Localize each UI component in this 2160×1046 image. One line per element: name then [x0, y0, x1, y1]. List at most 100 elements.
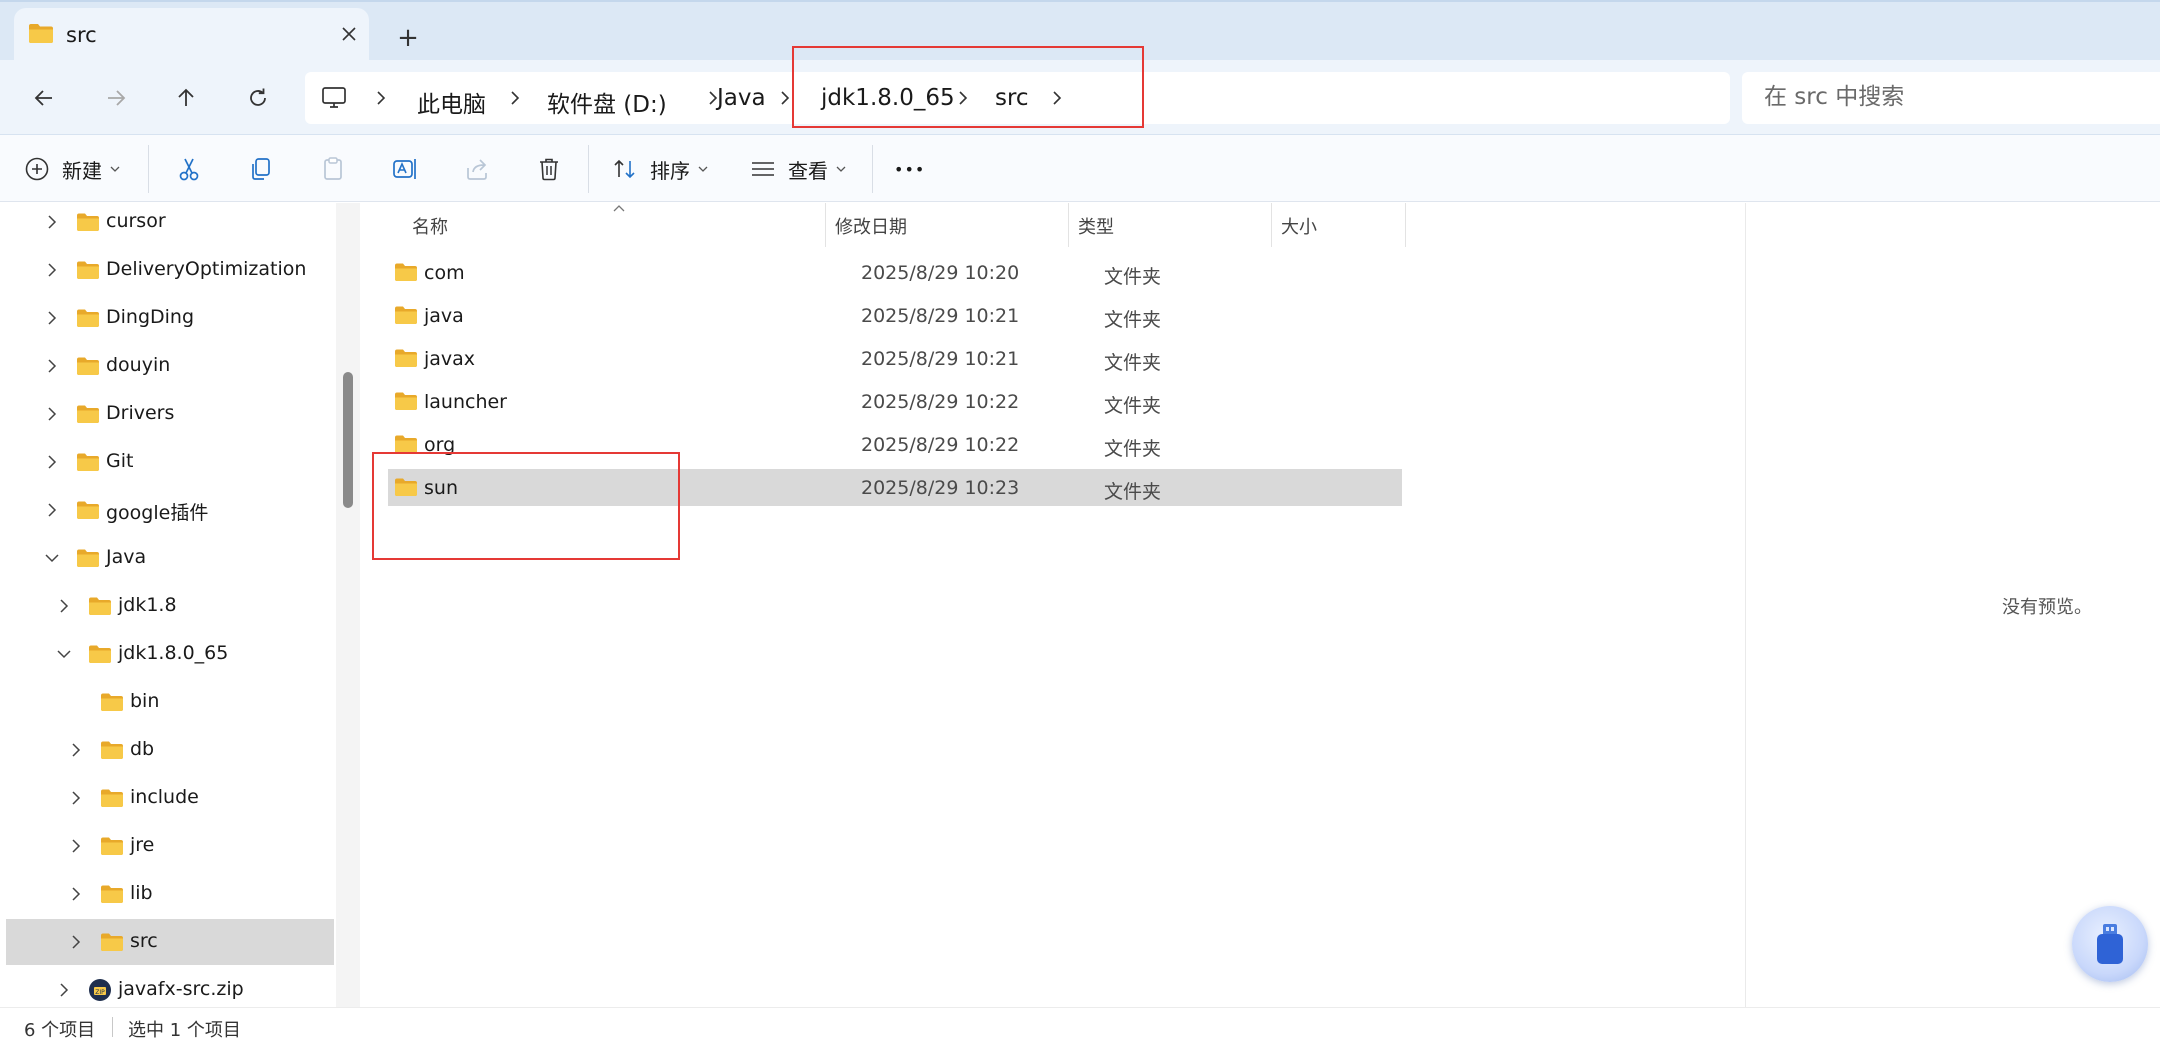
folder-icon [76, 452, 100, 472]
column-divider[interactable] [1405, 203, 1406, 247]
chevron-right-icon[interactable] [66, 788, 86, 808]
more-options-button[interactable]: ••• [894, 147, 925, 191]
copy-icon [248, 156, 274, 182]
breadcrumb-jdk[interactable]: jdk1.8.0_65 [821, 85, 955, 111]
column-header-modified[interactable]: 修改日期 [835, 213, 907, 239]
nav-item-label: jdk1.8 [118, 594, 177, 616]
chevron-right-icon[interactable] [42, 260, 62, 280]
nav-item[interactable]: ZIP javafx-src.zip [6, 967, 334, 1007]
nav-item[interactable]: douyin [6, 343, 334, 389]
folder-icon [100, 788, 124, 808]
chevron-right-icon[interactable] [42, 452, 62, 472]
new-tab-button[interactable]: + [388, 20, 428, 56]
back-button[interactable] [22, 76, 66, 120]
nav-item[interactable]: cursor [6, 203, 334, 245]
file-row[interactable]: sun 2025/8/29 10:23 文件夹 [388, 469, 1402, 506]
forward-button[interactable] [94, 76, 138, 120]
nav-item[interactable]: jre [6, 823, 334, 869]
file-row[interactable]: com 2025/8/29 10:20 文件夹 [388, 254, 1762, 291]
trash-icon [536, 156, 562, 182]
close-tab-icon[interactable] [332, 17, 366, 51]
chevron-right-icon[interactable] [42, 404, 62, 424]
search-input[interactable] [1764, 84, 2144, 110]
view-button[interactable]: 查看 [750, 147, 846, 191]
folder-icon [28, 22, 54, 44]
column-header-name[interactable]: 名称 [412, 213, 448, 239]
chevron-right-icon[interactable] [66, 932, 86, 952]
share-icon [464, 156, 490, 182]
cut-button[interactable] [176, 147, 202, 191]
paste-button[interactable] [320, 147, 346, 191]
chevron-right-icon[interactable] [42, 356, 62, 376]
nav-scrollbar[interactable] [336, 203, 360, 1007]
chevron-down-icon[interactable] [42, 548, 62, 568]
refresh-button[interactable] [236, 76, 280, 120]
nav-item[interactable]: lib [6, 871, 334, 917]
tab-src[interactable]: src [14, 8, 369, 62]
address-bar[interactable]: 此电脑 软件盘 (D:) Java jdk1.8.0_65 src [305, 72, 1730, 124]
chevron-right-icon[interactable] [371, 86, 391, 110]
chevron-right-icon[interactable] [953, 86, 973, 110]
nav-item[interactable]: Git [6, 439, 334, 485]
chevron-right-icon[interactable] [42, 500, 62, 520]
selection-count: 选中 1 个项目 [128, 1020, 241, 1041]
file-row[interactable]: launcher 2025/8/29 10:22 文件夹 [388, 383, 1762, 420]
breadcrumb-java[interactable]: Java [717, 85, 766, 111]
nav-item[interactable]: Java [6, 535, 334, 581]
column-header-type[interactable]: 类型 [1078, 213, 1114, 239]
scissors-icon [176, 156, 202, 182]
chevron-right-icon[interactable] [42, 212, 62, 232]
search-box[interactable] [1742, 72, 2160, 124]
no-preview-message: 没有预览。 [2002, 597, 2092, 618]
nav-item-label: src [130, 930, 158, 952]
sort-arrows-icon [612, 156, 638, 182]
up-button[interactable] [164, 76, 208, 120]
nav-item[interactable]: include [6, 775, 334, 821]
chevron-right-icon[interactable] [54, 596, 74, 616]
chevron-right-icon[interactable] [42, 308, 62, 328]
chevron-right-icon[interactable] [505, 86, 525, 110]
nav-item-label: db [130, 738, 155, 760]
column-divider[interactable] [825, 203, 826, 247]
file-list-view: 名称 修改日期 类型 大小 com 2025/8/29 10:20 文件夹 java 2… [362, 203, 1744, 1007]
column-header-size[interactable]: 大小 [1281, 213, 1317, 239]
delete-button[interactable] [536, 147, 562, 191]
copy-button[interactable] [248, 147, 274, 191]
file-name: javax [424, 348, 476, 370]
chevron-right-icon[interactable] [66, 836, 86, 856]
rename-button[interactable] [392, 147, 418, 191]
share-button[interactable] [464, 147, 490, 191]
nav-item[interactable]: jdk1.8.0_65 [6, 631, 334, 677]
file-row[interactable]: javax 2025/8/29 10:21 文件夹 [388, 340, 1762, 377]
folder-icon [88, 596, 112, 616]
file-row[interactable]: org 2025/8/29 10:22 文件夹 [388, 426, 1762, 463]
breadcrumb-drive-d[interactable]: 软件盘 (D:) [547, 85, 667, 119]
chevron-right-icon[interactable] [1047, 86, 1067, 110]
chevron-right-icon[interactable] [66, 740, 86, 760]
nav-item[interactable]: DeliveryOptimization [6, 247, 334, 293]
arrow-left-icon [32, 86, 56, 110]
nav-item[interactable]: db [6, 727, 334, 773]
file-modified: 2025/8/29 10:22 [861, 434, 1020, 456]
chevron-right-icon[interactable] [775, 86, 795, 110]
column-divider[interactable] [1271, 203, 1272, 247]
nav-item[interactable]: Drivers [6, 391, 334, 437]
breadcrumb-src[interactable]: src [995, 85, 1029, 111]
nav-item[interactable]: bin [6, 679, 334, 725]
nav-item[interactable]: src [6, 919, 334, 965]
nav-item[interactable]: jdk1.8 [6, 583, 334, 629]
file-row[interactable]: java 2025/8/29 10:21 文件夹 [388, 297, 1762, 334]
title-bar: src + [0, 0, 2160, 62]
nav-item[interactable]: DingDing [6, 295, 334, 341]
floating-assistant-button[interactable] [2072, 906, 2148, 982]
chevron-down-icon[interactable] [54, 644, 74, 664]
toolbar-divider [148, 145, 149, 193]
nav-item[interactable]: google插件 [6, 487, 334, 533]
chevron-right-icon[interactable] [66, 884, 86, 904]
new-button[interactable]: 新建 [24, 147, 120, 191]
nav-scrollbar-thumb[interactable] [343, 372, 353, 508]
sort-button[interactable]: 排序 [612, 147, 708, 191]
chevron-right-icon[interactable] [54, 980, 74, 1000]
column-divider[interactable] [1068, 203, 1069, 247]
breadcrumb-this-pc[interactable]: 此电脑 [417, 85, 486, 119]
